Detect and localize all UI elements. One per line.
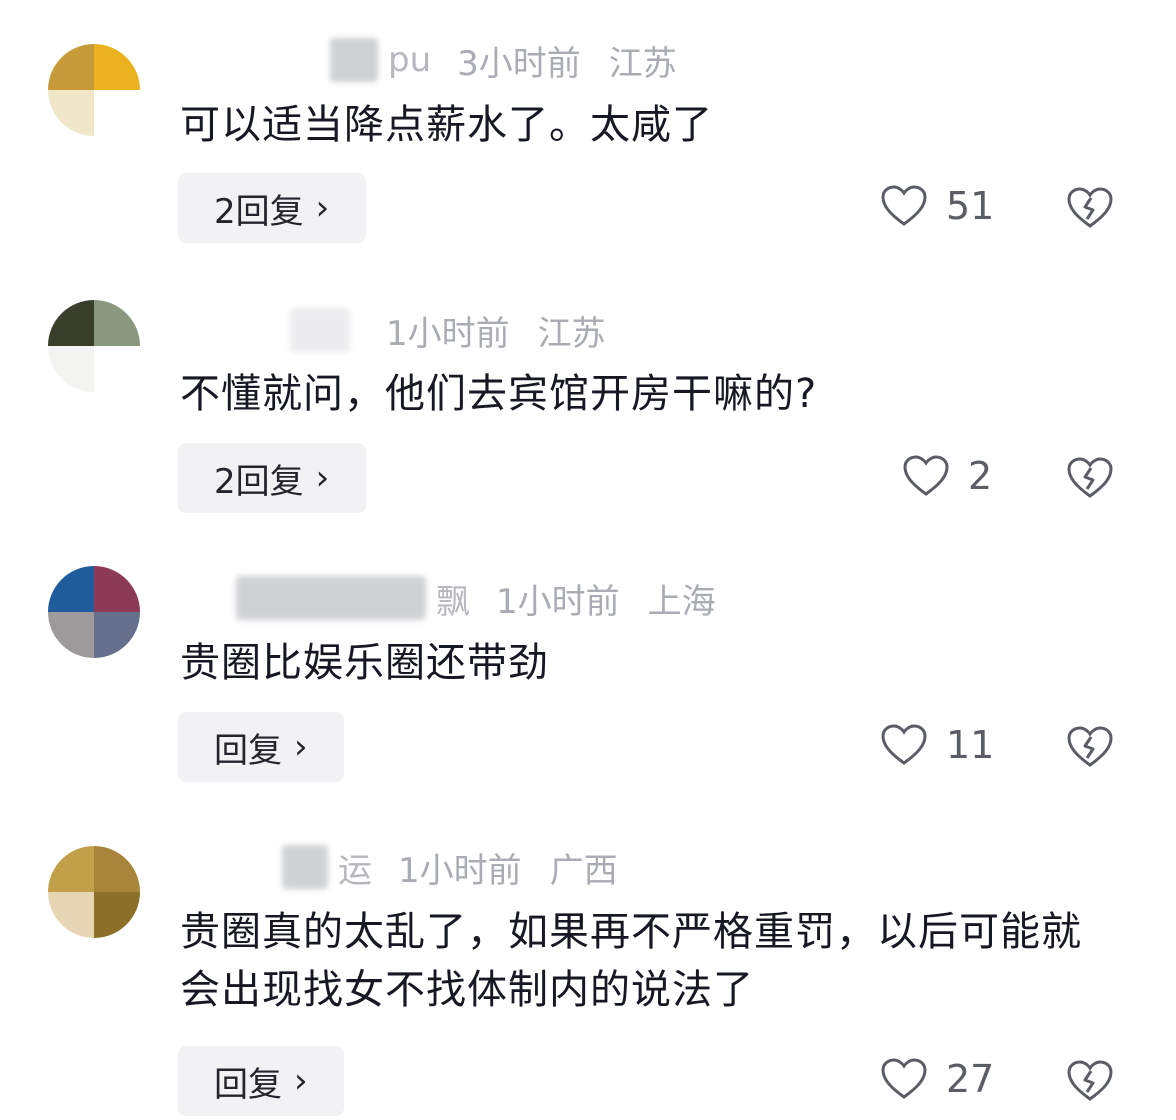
comment-meta: pu 3小时前 江苏	[180, 38, 677, 84]
dislike-button[interactable]	[1066, 725, 1114, 773]
avatar-tile	[48, 846, 94, 892]
comment-text[interactable]: 贵圈真的太乱了，如果再不严格重罚，以后可能就会出现找女不找体制内的说法了	[180, 903, 1110, 1019]
avatar-tile	[48, 300, 94, 346]
dislike-button[interactable]	[1066, 186, 1114, 234]
timestamp: 1小时前	[398, 850, 522, 891]
dislike-button[interactable]	[1066, 1059, 1114, 1107]
like-button[interactable]: 2	[902, 454, 992, 498]
avatar-tile	[94, 90, 140, 136]
reply-button[interactable]: 2回复 ›	[178, 443, 366, 513]
chevron-right-icon: ›	[315, 188, 330, 228]
username-blurred[interactable]	[330, 38, 378, 82]
broken-heart-icon	[1067, 726, 1113, 767]
broken-heart-icon	[1067, 1060, 1113, 1101]
broken-heart-icon	[1067, 457, 1113, 498]
username-blurred[interactable]	[290, 308, 350, 352]
comment-meta: 飘 1小时前 上海	[180, 574, 716, 623]
avatar-tile	[48, 612, 94, 658]
username[interactable]: pu	[388, 40, 431, 80]
avatar-tile	[94, 892, 140, 938]
reply-button[interactable]: 回复 ›	[178, 712, 344, 782]
reply-label: 2回复	[214, 461, 304, 502]
username-blurred[interactable]	[236, 576, 426, 620]
timestamp: 1小时前	[496, 581, 620, 622]
timestamp: 3小时前	[457, 43, 581, 84]
like-button[interactable]: 11	[880, 723, 994, 767]
comment-text[interactable]: 贵圈比娱乐圈还带劲	[180, 634, 1140, 692]
location: 上海	[647, 581, 716, 622]
like-button[interactable]: 27	[880, 1057, 994, 1101]
comment-meta: 1小时前 江苏	[180, 308, 606, 354]
like-count: 27	[946, 1057, 995, 1101]
chevron-right-icon: ›	[294, 727, 308, 767]
username[interactable]: 运	[338, 843, 372, 892]
avatar[interactable]	[48, 566, 140, 658]
heart-icon	[881, 1058, 927, 1099]
avatar[interactable]	[48, 846, 140, 938]
comment-text[interactable]: 可以适当降点薪水了。太咸了	[180, 96, 1140, 154]
avatar-tile	[48, 90, 94, 136]
username[interactable]: 飘	[436, 574, 470, 623]
location: 江苏	[608, 43, 677, 84]
avatar-tile	[94, 612, 140, 658]
chevron-right-icon: ›	[294, 1061, 308, 1101]
heart-icon	[881, 724, 927, 765]
avatar-tile	[94, 300, 140, 346]
avatar-tile	[94, 44, 140, 90]
avatar[interactable]	[48, 300, 140, 392]
avatar-tile	[48, 892, 94, 938]
dislike-button[interactable]	[1066, 456, 1114, 504]
avatar-tile	[94, 346, 140, 392]
like-count: 11	[946, 723, 995, 767]
reply-button[interactable]: 回复 ›	[178, 1046, 344, 1116]
reply-label: 回复	[214, 1064, 282, 1105]
comment-meta: 运 1小时前 广西	[180, 843, 618, 892]
reply-label: 回复	[214, 730, 282, 771]
heart-icon	[881, 185, 927, 226]
comment-text[interactable]: 不懂就问，他们去宾馆开房干嘛的?	[180, 365, 1140, 423]
timestamp: 1小时前	[386, 313, 510, 354]
avatar-tile	[94, 566, 140, 612]
avatar-tile	[48, 566, 94, 612]
location: 江苏	[537, 313, 606, 354]
avatar-tile	[48, 346, 94, 392]
avatar-tile	[48, 44, 94, 90]
heart-icon	[903, 455, 949, 496]
chevron-right-icon: ›	[315, 458, 330, 498]
avatar[interactable]	[48, 44, 140, 136]
avatar-tile	[94, 846, 140, 892]
reply-label: 2回复	[214, 191, 304, 232]
reply-button[interactable]: 2回复 ›	[178, 173, 366, 243]
username-blurred[interactable]	[282, 845, 328, 889]
like-count: 2	[968, 454, 993, 498]
location: 广西	[549, 850, 618, 891]
like-count: 51	[946, 184, 995, 228]
like-button[interactable]: 51	[880, 184, 994, 228]
broken-heart-icon	[1067, 187, 1113, 228]
